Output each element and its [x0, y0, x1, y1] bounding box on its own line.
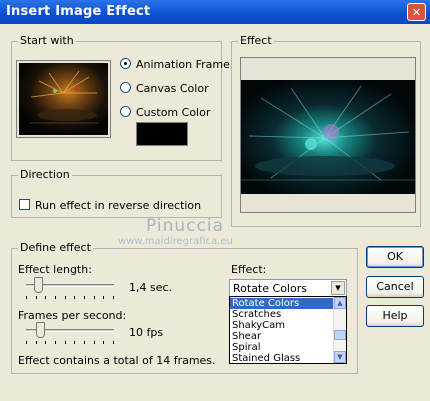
effect-length-value: 1,4 sec.: [129, 281, 173, 294]
effect-list-item[interactable]: Stained Glass: [230, 353, 334, 363]
title-bar: Insert Image Effect ✕: [0, 0, 430, 24]
help-button[interactable]: Help: [366, 305, 424, 327]
effect-length-label: Effect length:: [18, 263, 92, 276]
fps-ticks: [26, 341, 114, 345]
start-frame-thumbnail: [16, 60, 111, 138]
chevron-down-icon[interactable]: ▼: [331, 281, 345, 295]
slider-tick: [36, 296, 37, 299]
slider-tick: [74, 296, 75, 299]
slider-tick: [103, 341, 104, 344]
fps-value: 10 fps: [129, 326, 164, 339]
animation-frame-radio[interactable]: [120, 58, 131, 69]
effect-list-item[interactable]: Rotate Colors: [230, 298, 334, 309]
effect-preview: [240, 57, 416, 213]
slider-tick: [74, 341, 75, 344]
effect-select[interactable]: Rotate Colors ▼: [229, 279, 347, 297]
slider-tick: [113, 296, 114, 299]
slider-tick: [94, 341, 95, 344]
fps-slider[interactable]: [36, 322, 46, 338]
start-with-legend: Start with: [18, 34, 76, 47]
slider-tick: [36, 341, 37, 344]
slider-tick: [84, 341, 85, 344]
slider-tick: [65, 341, 66, 344]
custom-color-radio[interactable]: [120, 106, 131, 117]
slider-tick: [94, 296, 95, 299]
total-frames-text: Effect contains a total of 14 frames.: [18, 354, 216, 367]
effect-list-item[interactable]: Spiral: [230, 342, 334, 353]
effect-preview-image: [241, 58, 415, 212]
window-title: Insert Image Effect: [6, 4, 151, 19]
effect-legend: Effect: [238, 34, 274, 47]
define-effect-legend: Define effect: [18, 241, 93, 254]
slider-tick: [45, 341, 46, 344]
slider-tick: [55, 296, 56, 299]
slider-tick: [26, 296, 27, 299]
fps-label: Frames per second:: [18, 309, 127, 322]
start-frame-image: [19, 63, 108, 135]
effect-list-item[interactable]: Shear: [230, 331, 334, 342]
effect-label: Effect:: [231, 263, 267, 276]
watermark-name: Pinuccia: [146, 216, 224, 236]
ok-button[interactable]: OK: [366, 246, 424, 268]
canvas-color-radio[interactable]: [120, 82, 131, 93]
effect-length-slider[interactable]: [34, 277, 44, 293]
custom-color-label: Custom Color: [136, 106, 211, 119]
effect-select-value: Rotate Colors: [233, 282, 307, 295]
scroll-thumb[interactable]: [334, 330, 346, 340]
effect-list-scrollbar[interactable]: ▲ ▼: [333, 297, 346, 363]
slider-tick: [26, 341, 27, 344]
slider-tick: [84, 296, 85, 299]
slider-tick: [45, 296, 46, 299]
slider-tick: [55, 341, 56, 344]
reverse-direction-label: Run effect in reverse direction: [35, 199, 202, 212]
watermark-site: www.maidiregrafica.eu: [118, 236, 233, 247]
close-button[interactable]: ✕: [407, 3, 426, 21]
animation-frame-label: Animation Frame: [136, 58, 230, 71]
reverse-direction-checkbox[interactable]: [19, 199, 30, 210]
effect-list-item[interactable]: ShakyCam: [230, 320, 334, 331]
effect-list[interactable]: Rotate Colors Scratches ShakyCam Shear Spira…: [229, 296, 347, 364]
direction-legend: Direction: [18, 168, 72, 181]
cancel-button[interactable]: Cancel: [366, 276, 424, 298]
scroll-down-icon[interactable]: ▼: [334, 351, 346, 363]
canvas-color-label: Canvas Color: [136, 82, 209, 95]
scroll-up-icon[interactable]: ▲: [334, 297, 346, 309]
slider-tick: [65, 296, 66, 299]
close-icon: ✕: [411, 6, 422, 19]
slider-tick: [103, 296, 104, 299]
slider-tick: [113, 341, 114, 344]
effect-length-ticks: [26, 296, 114, 300]
custom-color-swatch[interactable]: [136, 122, 188, 146]
effect-list-item[interactable]: Scratches: [230, 309, 334, 320]
